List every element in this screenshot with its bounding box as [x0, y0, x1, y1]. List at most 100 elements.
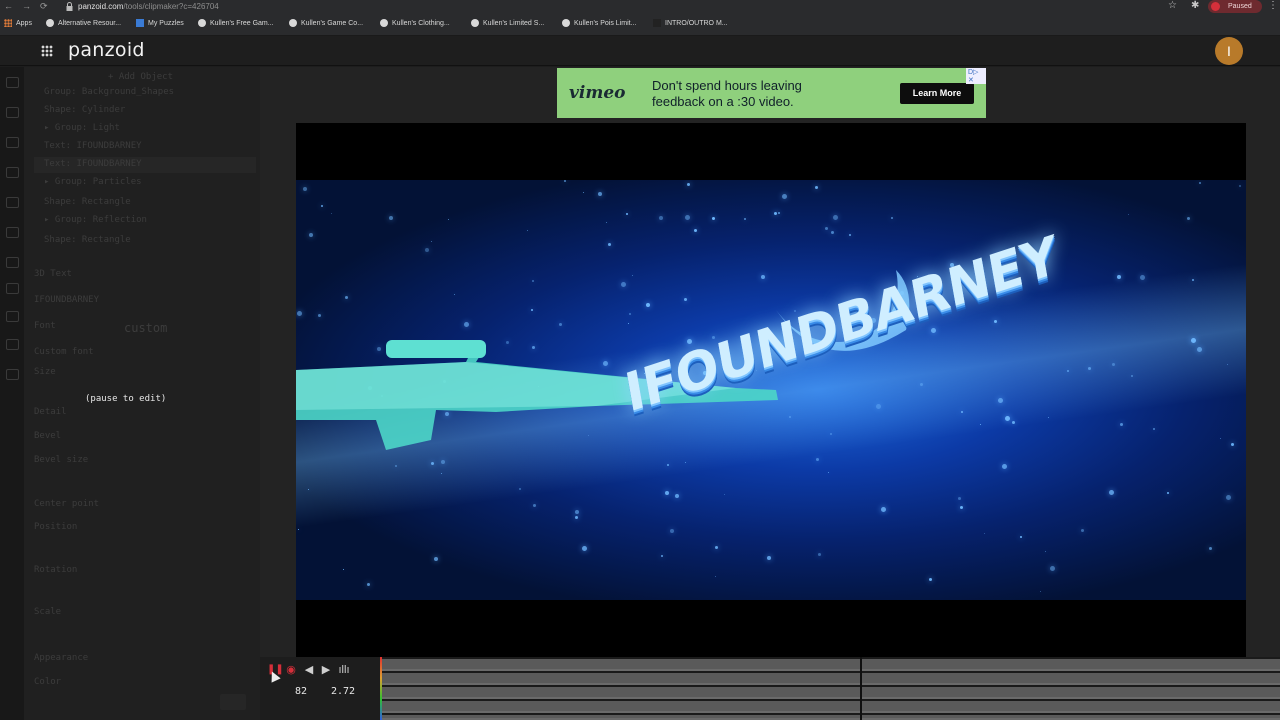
eye-icon[interactable]: ◉	[284, 663, 298, 677]
timeline-track[interactable]	[380, 659, 1280, 671]
back-icon[interactable]: ←	[4, 1, 13, 11]
bookmark-item[interactable]: My Puzzles	[136, 19, 184, 27]
check-icon[interactable]	[6, 137, 19, 148]
kebab-menu-icon[interactable]: ⋮	[1268, 0, 1278, 11]
tree-item[interactable]: Text: IFOUNDBARNEY	[44, 141, 142, 151]
timeline-track[interactable]	[380, 715, 1280, 720]
tree-item[interactable]: Group: Background_Shapes	[44, 87, 174, 97]
particle-dot	[343, 569, 344, 570]
particle-dot	[628, 323, 629, 324]
reload-icon[interactable]: ⟳	[40, 1, 48, 12]
prop-label: Center point	[34, 499, 100, 509]
globe-icon	[198, 19, 206, 27]
particle-dot	[994, 320, 997, 323]
particle-dot	[659, 216, 663, 220]
timeline-track[interactable]	[380, 687, 1280, 699]
particle-dot	[1192, 279, 1194, 281]
bookmark-item[interactable]: Kullen's Free Gam...	[198, 19, 274, 27]
particle-dot	[1187, 217, 1190, 220]
music-icon[interactable]	[6, 283, 19, 294]
timeline-track[interactable]	[380, 701, 1280, 713]
settings-icon[interactable]	[6, 227, 19, 238]
ad-banner[interactable]: vimeo Don't spend hours leaving feedback…	[557, 68, 986, 118]
particle-dot	[629, 313, 631, 315]
extensions-icon[interactable]: ✱	[1191, 0, 1199, 11]
tree-item[interactable]: Shape: Cylinder	[44, 105, 125, 115]
video-canvas[interactable]: IFOUNDBARNEY	[296, 123, 1246, 658]
tree-item[interactable]: ▸ Group: Reflection	[44, 215, 147, 225]
film-icon[interactable]	[6, 257, 19, 268]
particle-dot	[831, 231, 834, 234]
ad-headline-line: feedback on a :30 video.	[652, 94, 794, 109]
image-icon[interactable]	[6, 167, 19, 178]
bookmark-item[interactable]: Kullen's Limited S...	[471, 19, 544, 27]
add-object-button[interactable]: + Add Object	[108, 72, 173, 82]
bookmark-item[interactable]: INTRO/OUTRO M...	[653, 19, 728, 27]
step-forward-icon[interactable]: ▶	[319, 663, 333, 677]
timeline-tracks[interactable]	[380, 657, 1280, 720]
particle-dot	[303, 187, 307, 191]
tree-item[interactable]: ▸ Group: Light	[44, 123, 120, 133]
bookmark-label: My Puzzles	[148, 19, 184, 27]
volume-icon[interactable]: ◀	[302, 663, 316, 677]
address-bar[interactable]: panzoid.com/tools/clipmaker?c=426704	[78, 2, 219, 11]
bookmark-item[interactable]: Kullen's Clothing...	[380, 19, 450, 27]
particle-dot	[761, 275, 765, 279]
particle-dot	[767, 556, 771, 560]
particle-dot	[425, 248, 429, 252]
bookmark-label: Apps	[16, 19, 32, 27]
vimeo-logo: vimeo	[569, 83, 626, 103]
particle-dot	[1088, 367, 1091, 370]
info-icon[interactable]	[6, 339, 19, 350]
particle-dot	[881, 507, 886, 512]
particle-dot	[1220, 438, 1221, 439]
bookmark-item[interactable]: Kullen's Game Co...	[289, 19, 363, 27]
particle-dot	[1050, 566, 1055, 571]
export-icon[interactable]	[6, 311, 19, 322]
particle-dot	[960, 506, 963, 509]
avatar[interactable]: I	[1215, 37, 1243, 65]
font-select[interactable]: custom	[124, 321, 167, 335]
apps-grid-icon[interactable]	[41, 45, 53, 57]
profile-paused-badge[interactable]: Paused	[1208, 0, 1262, 13]
bookmark-star-icon[interactable]: ☆	[1168, 0, 1177, 11]
particle-dot	[685, 215, 690, 220]
adchoices-icon[interactable]: D▷ ✕	[966, 68, 986, 84]
particle-dot	[454, 294, 455, 295]
panel-corner-button[interactable]	[220, 694, 246, 710]
menu-icon[interactable]	[6, 77, 19, 88]
particle-dot	[744, 218, 746, 220]
tree-item[interactable]: Shape: Rectangle	[44, 197, 131, 207]
forward-icon[interactable]: →	[22, 1, 31, 11]
layers-icon[interactable]	[6, 197, 19, 208]
panzoid-logo[interactable]: panzoid	[68, 39, 145, 61]
tree-item-selected[interactable]: Text: IFOUNDBARNEY	[44, 159, 142, 169]
particle-dot	[1199, 182, 1201, 184]
url-host: panzoid.com	[78, 2, 124, 11]
particle-dot	[345, 296, 348, 299]
tree-item[interactable]: ▸ Group: Particles	[44, 177, 142, 187]
timeline-track[interactable]	[380, 673, 1280, 685]
pause-to-edit-note: (pause to edit)	[85, 394, 167, 404]
waveform-icon[interactable]: ıllı	[337, 663, 351, 677]
tree-item[interactable]: Shape: Rectangle	[44, 235, 131, 245]
bookmark-item[interactable]: Kullen's Pois Limit...	[562, 19, 636, 27]
particle-dot	[670, 529, 674, 533]
particle-dot	[1020, 536, 1022, 538]
learn-more-button[interactable]: Learn More	[900, 83, 974, 104]
folder-icon[interactable]	[6, 107, 19, 118]
playback-controls: ❚❚ ◉ ◀ ▶ ıllı 82 2.72	[260, 657, 380, 720]
particle-dot	[318, 314, 321, 317]
particle-dot	[606, 222, 607, 223]
bookmark-item[interactable]: Alternative Resour...	[46, 19, 121, 27]
bookmark-label: Kullen's Limited S...	[483, 19, 545, 27]
particle-dot	[582, 546, 587, 551]
bookmark-apps[interactable]: Apps	[4, 19, 32, 27]
playhead[interactable]	[860, 657, 862, 720]
particle-dot	[598, 192, 602, 196]
globe-icon	[46, 19, 54, 27]
particle-dot	[298, 529, 299, 530]
text-field[interactable]: IFOUNDBARNEY	[34, 295, 99, 305]
history-icon[interactable]	[6, 369, 19, 380]
bookmark-label: Kullen's Clothing...	[392, 19, 450, 27]
